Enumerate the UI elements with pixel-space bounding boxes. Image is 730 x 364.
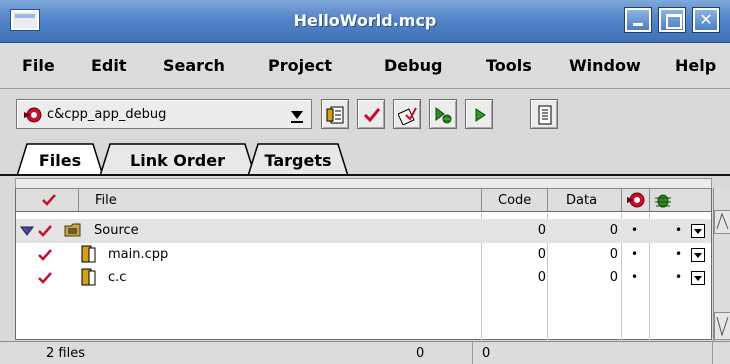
file-count: 2 files: [46, 346, 85, 361]
header-debug-column[interactable]: [622, 189, 650, 211]
window-title: HelloWorld.mcp: [293, 11, 437, 30]
bullet-icon: •: [675, 247, 683, 261]
checkmark-icon[interactable]: [38, 271, 52, 285]
menu-search[interactable]: Search: [163, 56, 225, 75]
dropdown-icon[interactable]: [691, 224, 705, 238]
file-list-icon: [538, 105, 552, 125]
menu-edit[interactable]: Edit: [91, 56, 127, 75]
make-button[interactable]: [393, 99, 421, 129]
header-data-label: Data: [566, 193, 598, 208]
tab-link-order-label: Link Order: [130, 151, 225, 170]
table-row[interactable]: Source 0 0 • •: [16, 219, 711, 243]
table-row[interactable]: main.cpp 0 0 • •: [16, 243, 711, 267]
target-select[interactable]: c&cpp_app_debug: [16, 99, 312, 129]
row-code: 0: [537, 247, 546, 262]
arrow-up-icon: [716, 212, 729, 230]
checkmark-icon[interactable]: [38, 224, 52, 238]
checkmark-icon: [42, 194, 56, 206]
scroll-up-button[interactable]: [714, 210, 730, 234]
row-data: 0: [609, 270, 618, 285]
row-name: main.cpp: [108, 247, 169, 262]
bullet-icon: •: [675, 270, 683, 284]
checkmark-icon[interactable]: [38, 248, 52, 262]
run-button[interactable]: [465, 99, 493, 129]
row-code: 0: [537, 270, 546, 285]
menu-bar: File Edit Search Project Debug Tools Win…: [0, 44, 730, 89]
close-button[interactable]: ✕: [693, 8, 719, 32]
bullet-icon: •: [631, 247, 639, 261]
target-icon: [627, 192, 645, 208]
table-row[interactable]: c.c 0 0 • •: [16, 266, 711, 290]
menu-tools[interactable]: Tools: [486, 56, 532, 75]
status-divider: [712, 342, 713, 364]
tab-divider: [0, 174, 730, 176]
header-file-label: File: [95, 193, 117, 208]
header-bug-column[interactable]: [650, 189, 712, 211]
target-icon: [24, 107, 42, 123]
tab-targets-label: Targets: [264, 151, 332, 170]
tab-targets[interactable]: Targets: [248, 142, 348, 176]
view-tabs: Files Link Order Targets: [0, 140, 730, 178]
row-data: 0: [609, 247, 618, 262]
menu-window[interactable]: Window: [569, 56, 641, 75]
source-file-icon: [81, 268, 96, 286]
code-total: 0: [416, 346, 425, 361]
folder-icon: [64, 223, 81, 237]
table-top-strip: [15, 178, 712, 188]
dropdown-icon[interactable]: [691, 248, 705, 262]
menu-help[interactable]: Help: [675, 56, 716, 75]
data-total: 0: [482, 346, 491, 361]
title-bar[interactable]: HelloWorld.mcp ✕: [0, 0, 730, 43]
row-name: Source: [94, 223, 139, 238]
header-code[interactable]: Code: [482, 189, 548, 211]
project-inspector-button[interactable]: [530, 99, 558, 129]
scroll-down-button[interactable]: [714, 312, 730, 340]
dropdown-icon[interactable]: [691, 271, 705, 285]
tab-files[interactable]: Files: [17, 142, 103, 176]
toolbar: c&cpp_app_debug: [0, 90, 730, 140]
menu-file[interactable]: File: [22, 56, 55, 75]
run-icon: [475, 108, 486, 122]
bullet-icon: •: [631, 270, 639, 284]
menu-debug[interactable]: Debug: [384, 56, 442, 75]
tab-files-label: Files: [38, 151, 82, 170]
sync-modification-dates-button[interactable]: [357, 99, 385, 129]
bullet-icon: •: [675, 223, 683, 237]
make-icon: [398, 107, 417, 125]
row-data: 0: [609, 223, 618, 238]
close-icon: ✕: [699, 10, 713, 29]
project-window: HelloWorld.mcp ✕ File Edit Search Projec…: [0, 0, 730, 364]
row-name: c.c: [108, 270, 127, 285]
vertical-scrollbar[interactable]: [713, 188, 730, 341]
bullet-icon: •: [631, 223, 639, 237]
target-select-value: c&cpp_app_debug: [47, 107, 167, 122]
row-code: 0: [537, 223, 546, 238]
header-file[interactable]: File: [79, 189, 482, 211]
header-code-label: Code: [498, 193, 532, 208]
target-settings-button[interactable]: [321, 99, 349, 129]
arrow-down-icon: [716, 316, 729, 337]
debug-icon: [435, 107, 452, 124]
status-divider: [472, 342, 473, 364]
source-file-icon: [81, 245, 96, 263]
disclosure-triangle-icon[interactable]: [20, 226, 34, 236]
minimize-button[interactable]: [625, 8, 651, 32]
status-bar: 2 files 0 0: [0, 341, 730, 364]
header-data[interactable]: Data: [548, 189, 622, 211]
menu-project[interactable]: Project: [268, 56, 332, 75]
header-touch-column[interactable]: [16, 189, 79, 211]
debug-button[interactable]: [429, 99, 457, 129]
chevron-down-icon: [291, 111, 303, 123]
table-header: File Code Data: [15, 188, 712, 212]
settings-icon: [326, 106, 344, 124]
tab-link-order[interactable]: Link Order: [100, 142, 255, 176]
maximize-button[interactable]: [659, 8, 685, 32]
checkmark-icon: [363, 108, 381, 123]
bug-icon: [655, 194, 671, 208]
